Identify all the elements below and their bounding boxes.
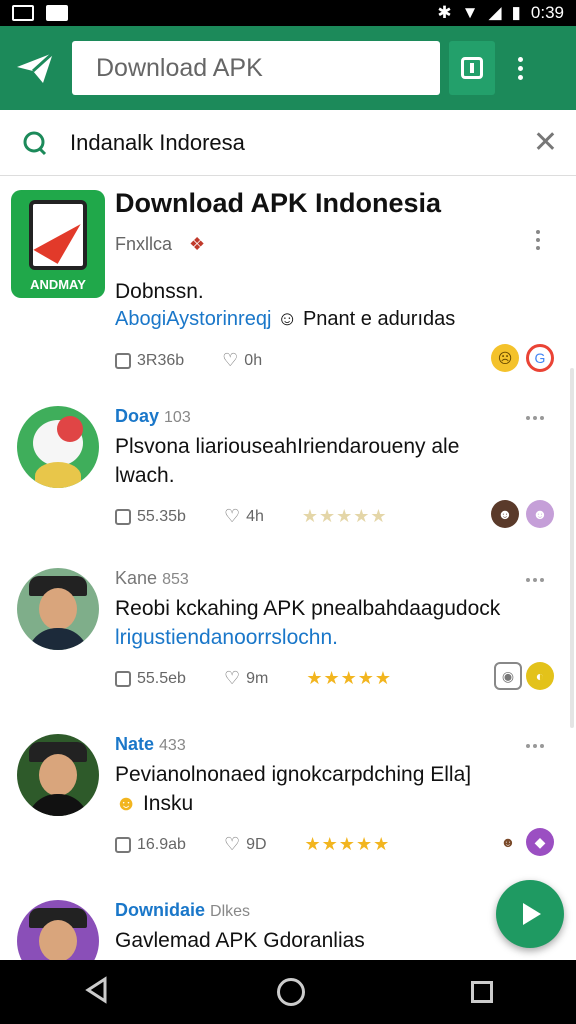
avatar[interactable] (17, 734, 99, 816)
post-text: Pevianolnonaed ignokcarpdching Ella] ☻ I… (115, 763, 472, 815)
search-input[interactable]: Download APK (72, 41, 440, 95)
like-icon[interactable] (115, 352, 131, 369)
post-author[interactable]: Nate 433 (115, 734, 186, 755)
location-icon: ◆ (526, 828, 554, 856)
emoji-badge-icon: ☹ (491, 344, 519, 372)
like-icon[interactable] (115, 508, 131, 525)
heart-icon[interactable]: ♡ (224, 834, 240, 855)
avatar[interactable] (17, 406, 99, 488)
app-tagline: AbogiAystorinreqj ☺ Pnant e adurıdas (115, 308, 456, 330)
status-bar: ✱ ▼ ◢ ▮ 0:39 (0, 0, 576, 26)
bluetooth-icon: ✱ (437, 3, 452, 22)
post-author[interactable]: Doay 103 (115, 406, 191, 427)
back-icon[interactable] (83, 975, 111, 1009)
signal-icon: ◢ (488, 3, 502, 22)
more-options-button[interactable] (526, 578, 544, 582)
list-item[interactable]: Nate 433 Pevianolnonaed ignokcarpdching … (0, 734, 576, 900)
wifi-icon: ▼ (461, 3, 479, 22)
app-subtitle: Fnxllca ❖ (115, 234, 206, 254)
search-icon (0, 130, 70, 156)
battery-icon: ▮ (511, 3, 521, 22)
more-options-button[interactable] (526, 744, 544, 748)
avatar[interactable] (17, 900, 99, 960)
results-feed[interactable]: ANDMAY Download APK Indonesia Fnxllca ❖ … (0, 178, 576, 960)
avatar: ☻ (491, 500, 519, 528)
avatar[interactable] (17, 568, 99, 650)
rating-stars: ★★★★★ (301, 506, 388, 526)
post-text: Gavlemad APK Gdoranlias (115, 929, 365, 952)
scan-icon (461, 57, 483, 79)
rating-stars: ★★★★★ (304, 834, 391, 854)
list-item[interactable]: Kane 853 Reobi kckahing APK pnealbahdaag… (0, 568, 576, 734)
emoji-icon: ☺ (276, 308, 298, 330)
like-icon[interactable] (115, 836, 131, 853)
paper-plane-icon[interactable] (0, 26, 70, 110)
app-bar: Download APK (0, 26, 576, 110)
post-text: Reobi kckahing APK pnealbahdaagudock lri… (115, 597, 501, 649)
post-stats: 55.35b ♡ 4h ★★★★★ (115, 506, 388, 527)
send-button[interactable] (496, 880, 564, 948)
search-query-text[interactable]: Indanalk Indoresa (70, 130, 245, 156)
google-icon: G (526, 344, 554, 372)
heart-icon[interactable]: ♡ (222, 350, 238, 371)
post-author[interactable]: Downidaie Dlkes (115, 900, 250, 921)
heart-icon[interactable]: ♡ (224, 668, 240, 689)
home-icon[interactable] (277, 978, 305, 1006)
overflow-menu-button[interactable] (495, 56, 545, 80)
post-author[interactable]: Kane 853 (115, 568, 189, 589)
more-options-button[interactable] (526, 416, 544, 420)
list-item[interactable]: Downidaie Dlkes Gavlemad APK Gdoranlias (0, 900, 576, 960)
avatar: ☻ (526, 500, 554, 528)
emoji-icon: ☻ (115, 792, 138, 815)
gift-icon: ❖ (189, 234, 206, 254)
list-item[interactable]: Doay 103 Plsvona liariouseahIriendarouen… (0, 406, 576, 572)
app-description: Dobnssn. (115, 280, 204, 303)
notification-icon (46, 5, 68, 21)
app-stats: 3R36b ♡ 0h (115, 350, 262, 371)
avatar: ☻ (494, 828, 522, 856)
post-stats: 16.9ab ♡ 9D ★★★★★ (115, 834, 390, 855)
post-text: Plsvona liariouseahIriendaroueny ale lwa… (115, 435, 460, 487)
heart-icon[interactable]: ♡ (224, 506, 240, 527)
recent-apps-icon[interactable] (471, 981, 493, 1003)
notification-icon (12, 5, 34, 21)
post-stats: 55.5eb ♡ 9m ★★★★★ (115, 668, 392, 689)
rating-stars: ★★★★★ (306, 668, 392, 688)
app-icon[interactable]: ANDMAY (11, 190, 105, 298)
like-icon[interactable] (115, 670, 131, 687)
clear-icon[interactable]: ✕ (533, 125, 558, 160)
navigation-bar (0, 960, 576, 1024)
more-options-button[interactable] (536, 230, 540, 250)
query-bar: Indanalk Indoresa ✕ (0, 110, 576, 176)
status-time: 0:39 (530, 3, 564, 22)
badge-icon: ◐ (526, 662, 554, 690)
app-result-card[interactable]: ANDMAY Download APK Indonesia Fnxllca ❖ … (0, 178, 576, 392)
app-title[interactable]: Download APK Indonesia (115, 188, 441, 219)
scan-button[interactable] (449, 41, 495, 95)
camera-icon: ◉ (494, 662, 522, 690)
send-icon (523, 903, 541, 925)
